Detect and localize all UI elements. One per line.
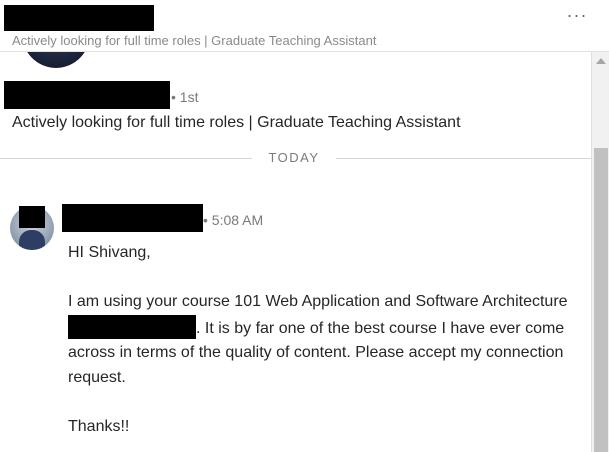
scroll-thumb[interactable]: [594, 148, 608, 452]
scrollbar[interactable]: [591, 52, 609, 452]
date-divider-label: TODAY: [268, 150, 320, 165]
scroll-up-arrow-icon[interactable]: [596, 58, 606, 64]
profile-headline: Actively looking for full time roles | G…: [12, 114, 461, 131]
message-body: HI Shivang, I am using your course 101 W…: [68, 241, 578, 439]
more-options-icon[interactable]: ···: [564, 6, 590, 30]
conversation-pane: Actively looking for full time roles | G…: [0, 0, 609, 452]
message-closing: Thanks!!: [68, 417, 130, 435]
redacted-avatar-face: [19, 206, 45, 228]
message-greeting: HI Shivang,: [68, 244, 151, 261]
message-timestamp: • 5:08 AM: [203, 212, 264, 228]
divider-line-left: [0, 158, 252, 159]
header-headline: Actively looking for full time roles | G…: [12, 33, 377, 48]
connection-degree: • 1st: [171, 89, 199, 105]
message-paragraph: I am using your course 101 Web Applicati…: [68, 290, 578, 390]
redacted-profile-name: [4, 81, 170, 109]
redacted-link: [68, 314, 196, 339]
conversation-header: Actively looking for full time roles | G…: [0, 0, 609, 52]
message-text-before-redaction: I am using your course 101 Web Applicati…: [68, 293, 568, 310]
redacted-sender-name: [62, 204, 203, 232]
redacted-contact-name: [4, 5, 154, 31]
divider-line-right: [336, 158, 591, 159]
